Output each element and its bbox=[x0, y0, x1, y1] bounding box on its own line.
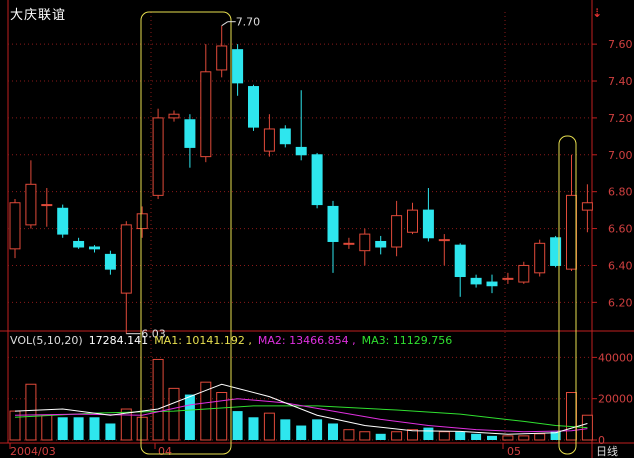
candle-body-up bbox=[581, 202, 593, 211]
high-price-label: 7.70 bbox=[236, 16, 261, 29]
candle-body-up bbox=[263, 128, 275, 152]
volume-bar-down bbox=[471, 433, 482, 440]
candle-body-down bbox=[295, 146, 307, 156]
candle-body-up bbox=[343, 242, 355, 245]
volume-bar-down bbox=[248, 417, 259, 440]
candle-body-down bbox=[248, 86, 259, 128]
stock-name: 大庆联谊 bbox=[10, 8, 67, 23]
candle-body-down bbox=[232, 49, 244, 84]
x-axis-label: 04 bbox=[158, 445, 172, 458]
candle-body-down bbox=[454, 244, 466, 278]
volume-bar-up bbox=[168, 387, 180, 441]
volume-bar-down bbox=[375, 433, 386, 440]
vol-ma1: MA1: 10141.192 , bbox=[154, 334, 252, 347]
volume-bar-up bbox=[566, 392, 577, 441]
price-tick-label: 6.80 bbox=[608, 186, 633, 199]
volume-bar-up bbox=[41, 414, 53, 441]
vol-value: 17284.141 bbox=[88, 334, 149, 347]
candle-body-down bbox=[486, 281, 498, 287]
volume-bar-down bbox=[296, 425, 307, 440]
candle-body-up bbox=[216, 45, 228, 71]
volume-bar-down bbox=[487, 435, 497, 440]
volume-bar-down bbox=[455, 431, 466, 440]
volume-bar-up bbox=[534, 433, 546, 441]
candle-body-down bbox=[184, 119, 196, 148]
candle-body-up bbox=[566, 194, 577, 270]
candle-body-up bbox=[168, 113, 180, 119]
volume-bar-up bbox=[136, 416, 148, 441]
volume-bar-up bbox=[343, 429, 355, 441]
stock-chart[interactable]: 7.60 7.40 7.20 7.00 6.80 6.60 6.40 6.20 40000 200… bbox=[0, 0, 634, 458]
volume-bar-up bbox=[502, 435, 514, 441]
volume-bar-down bbox=[232, 411, 243, 440]
volume-bar-down bbox=[423, 427, 434, 440]
x-axis-label: 日线 bbox=[596, 444, 618, 458]
price-tick-label: 7.40 bbox=[608, 75, 633, 88]
vol-label: VOL(5,10,20) bbox=[10, 334, 83, 347]
candle-body-up bbox=[9, 202, 21, 250]
candle-body-up bbox=[120, 224, 132, 294]
candle-body-up bbox=[200, 71, 212, 158]
volume-bar-up bbox=[391, 431, 403, 441]
down-arrow-icon[interactable]: ⇣ bbox=[592, 6, 602, 20]
candle-body-up bbox=[391, 215, 403, 248]
candle-body-down bbox=[422, 209, 434, 239]
x-axis-label: 05 bbox=[507, 445, 521, 458]
candle-body-up bbox=[152, 117, 164, 196]
volume-bar-up bbox=[152, 358, 164, 441]
candle-body-down bbox=[104, 253, 116, 270]
candle-body-down bbox=[375, 240, 387, 248]
candle-body-down bbox=[89, 246, 100, 250]
price-tick-label: 7.60 bbox=[608, 38, 633, 51]
volume-bar-down bbox=[57, 417, 68, 440]
high-marker-line bbox=[221, 21, 228, 27]
volume-tick-label: 20000 bbox=[598, 393, 633, 406]
volume-legend: VOL(5,10,20) 17284.141 MA1: 10141.192 , MA2… bbox=[10, 334, 458, 347]
volume-bar-up bbox=[518, 435, 530, 441]
volume-bar-up bbox=[438, 431, 450, 441]
candle-body-up bbox=[407, 209, 418, 233]
candle-body-up bbox=[136, 213, 148, 230]
candle-body-down bbox=[470, 277, 482, 285]
candle-body-up bbox=[25, 183, 37, 226]
volume-bar-up bbox=[25, 383, 37, 441]
candle-body-up bbox=[41, 204, 53, 207]
volume-bar-up bbox=[216, 392, 228, 441]
candle-body-down bbox=[327, 205, 339, 242]
vol-ma2: MA2: 13466.854 , bbox=[257, 334, 356, 347]
vol-ma3: MA3: 11129.756 bbox=[361, 334, 453, 347]
candle-body-down bbox=[73, 240, 85, 248]
volume-bar-down bbox=[312, 419, 323, 440]
volume-bar-down bbox=[105, 423, 116, 440]
candle-body-up bbox=[502, 277, 514, 280]
candle-body-up bbox=[518, 264, 530, 283]
candle-body-up bbox=[359, 233, 371, 252]
candle-body-down bbox=[279, 128, 291, 145]
volume-bar-down bbox=[328, 423, 338, 440]
candle-body-up bbox=[534, 242, 546, 274]
candlestick-chart[interactable]: 7.60 7.40 7.20 7.00 6.80 6.60 6.40 6.20 40000 200… bbox=[0, 0, 634, 458]
volume-tick-label: 40000 bbox=[598, 351, 633, 364]
candle-body-down bbox=[57, 207, 69, 235]
volume-bar-down bbox=[184, 394, 195, 440]
volume-bar-up bbox=[263, 412, 275, 441]
volume-bar-down bbox=[89, 417, 100, 440]
candle-body-down bbox=[311, 154, 323, 206]
candle-body-up bbox=[438, 239, 450, 242]
volume-bar-up bbox=[359, 431, 371, 441]
price-tick-label: 7.20 bbox=[608, 112, 633, 125]
price-tick-label: 6.60 bbox=[608, 223, 633, 236]
volume-bar-down bbox=[73, 417, 84, 440]
price-tick-label: 6.40 bbox=[608, 259, 633, 272]
x-axis-label: 2004/03 bbox=[10, 445, 56, 458]
price-tick-label: 7.00 bbox=[608, 149, 633, 162]
price-tick-label: 6.20 bbox=[608, 296, 633, 309]
volume-bar-down bbox=[280, 419, 291, 440]
